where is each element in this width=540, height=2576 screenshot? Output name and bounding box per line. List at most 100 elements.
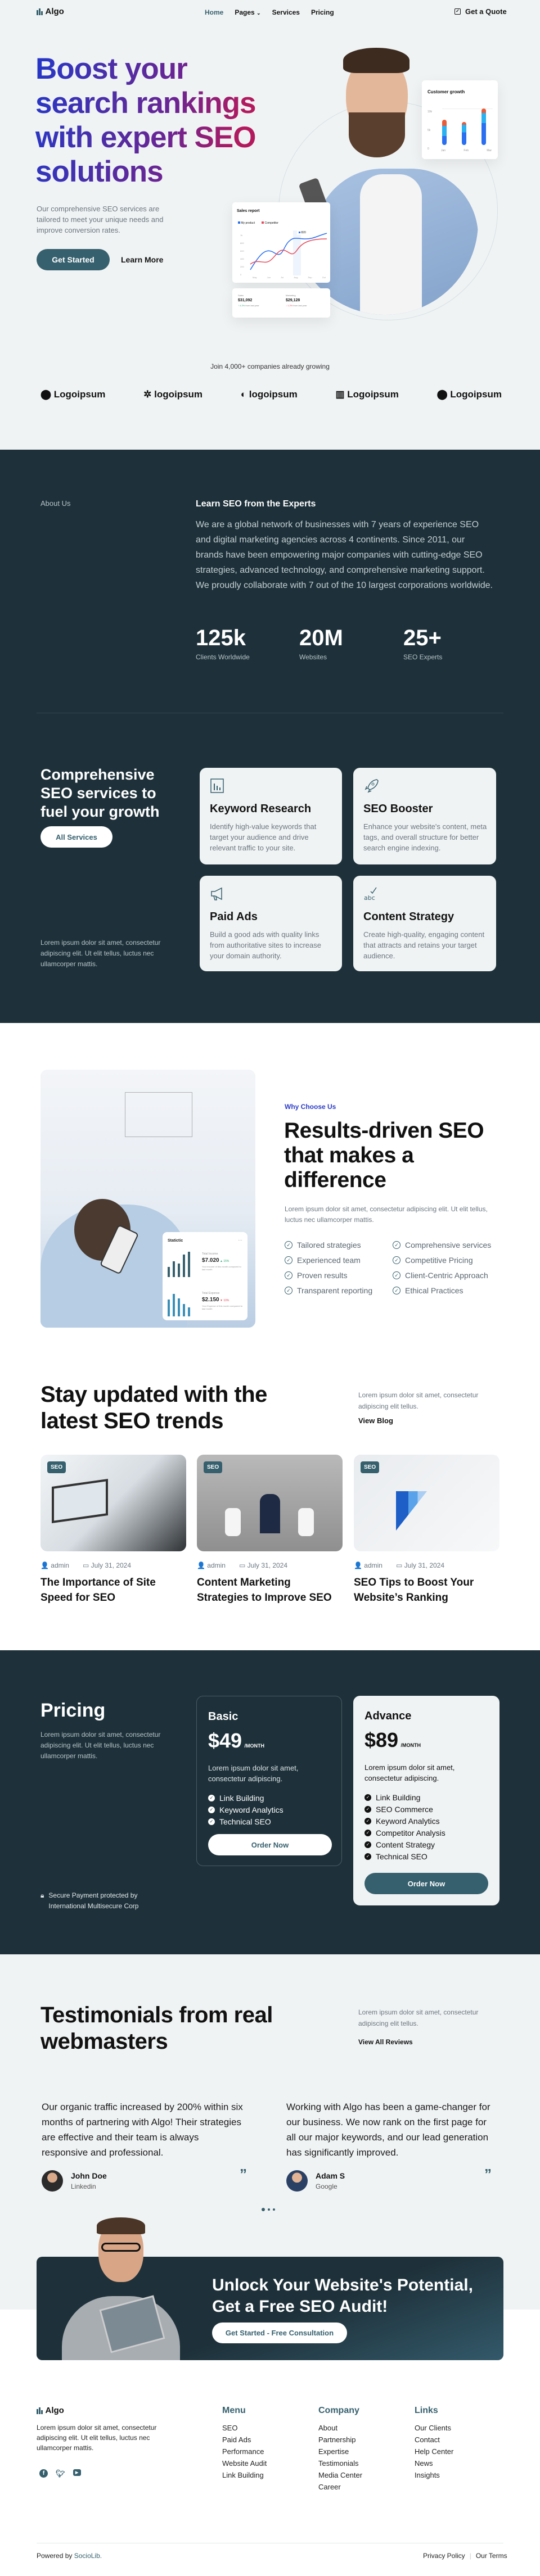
service-title: Content Strategy xyxy=(363,911,454,923)
author-name: admin xyxy=(51,1561,69,1569)
nav-pages[interactable]: Pages ⌄ xyxy=(235,8,260,16)
check-badge-icon: ✓ xyxy=(208,1818,215,1825)
plan-feature: ✓ SEO Commerce xyxy=(364,1803,446,1815)
free-consultation-button[interactable]: Get Started - Free Consultation xyxy=(212,2323,347,2343)
client-logo: ▥ Logoipsum xyxy=(335,389,398,400)
category-tag[interactable]: SEO xyxy=(361,1461,380,1473)
footer-link[interactable]: Media Center xyxy=(318,2471,362,2479)
plan-card-advance: Advance $89 /MONTH Lorem ipsum dolor sit… xyxy=(353,1696,500,1905)
youtube-icon[interactable]: ▶ xyxy=(73,2469,81,2476)
post-title[interactable]: Content Marketing Strategies to Improve … xyxy=(197,1575,343,1605)
check-circle-icon: ✓ xyxy=(285,1287,292,1294)
service-card-paid-ads[interactable]: Paid Ads Build a good ads with quality l… xyxy=(200,876,342,971)
x-tick: Mar xyxy=(487,149,492,152)
card-title: Customer growth xyxy=(428,89,465,94)
footer-link[interactable]: Expertise xyxy=(318,2447,349,2456)
post-author: 👤 admin xyxy=(197,1561,226,1569)
twitter-icon[interactable]: 🐦︎ xyxy=(56,2469,65,2478)
logo[interactable]: Algo xyxy=(37,7,64,16)
view-blog-link[interactable]: View Blog xyxy=(358,1416,393,1425)
footer-link[interactable]: About xyxy=(318,2424,338,2432)
more-icon[interactable]: ··· xyxy=(238,1238,242,1243)
y-tick: 0 xyxy=(428,147,429,151)
powered-brand-link[interactable]: SocioLib. xyxy=(74,2552,102,2560)
service-title: Keyword Research xyxy=(210,803,312,815)
post-title[interactable]: The Importance of Site Speed for SEO xyxy=(40,1575,186,1605)
nav-home[interactable]: Home xyxy=(205,8,223,16)
check-badge-icon: ✓ xyxy=(364,1853,371,1860)
plan-period: /MONTH xyxy=(400,1742,421,1748)
footer-body: Lorem ipsum dolor sit amet, consectetur … xyxy=(37,2424,157,2452)
client-logo: ◐ logoipsum xyxy=(241,389,298,400)
footer-link[interactable]: News xyxy=(415,2459,433,2468)
check-circle-icon: ✓ xyxy=(393,1256,400,1264)
feature-item: ✓ Tailored strategies xyxy=(285,1241,361,1249)
footer-link[interactable]: Help Center xyxy=(415,2447,453,2456)
category-tag[interactable]: SEO xyxy=(47,1461,66,1473)
footer-link[interactable]: Our Clients xyxy=(415,2424,451,2432)
legend-label: Competitor xyxy=(264,221,278,225)
get-quote-label: Get a Quote xyxy=(465,7,507,16)
nav-pricing[interactable]: Pricing xyxy=(311,8,334,16)
service-card-keyword-research[interactable]: Keyword Research Identify high-value key… xyxy=(200,768,342,864)
footer-logo[interactable]: Algo xyxy=(37,2406,64,2415)
post-title[interactable]: SEO Tips to Boost Your Website’s Ranking xyxy=(354,1575,500,1605)
privacy-policy-link[interactable]: Privacy Policy xyxy=(423,2552,465,2560)
legend-item: Competitor xyxy=(262,221,278,225)
carousel-dot[interactable] xyxy=(268,2208,270,2211)
client-logo: ⬤ Logoipsum xyxy=(437,389,502,400)
footer-link[interactable]: SEO xyxy=(222,2424,237,2432)
why-body: Lorem ipsum dolor sit amet, consectetur … xyxy=(285,1205,488,1224)
facebook-icon[interactable]: f xyxy=(39,2469,48,2478)
nav-pages-label: Pages xyxy=(235,8,255,16)
get-quote-link[interactable]: ✓ Get a Quote xyxy=(454,7,507,16)
kpi-change-up: ↑ 4.2% xyxy=(238,304,245,307)
income-bars xyxy=(168,1252,190,1277)
plan-name: Advance xyxy=(364,1710,412,1722)
service-card-seo-booster[interactable]: SEO Booster Enhance your website's conte… xyxy=(353,768,496,864)
feature-label: Ethical Practices xyxy=(405,1286,464,1295)
get-started-button[interactable]: Get Started xyxy=(37,249,110,270)
service-card-content-strategy[interactable]: abc Content Strategy Create high-quality… xyxy=(353,876,496,971)
all-services-button[interactable]: All Services xyxy=(40,826,112,848)
kpi-note: from last year xyxy=(293,304,307,307)
feature-label: Competitor Analysis xyxy=(376,1828,446,1837)
footer-link[interactable]: Partnership xyxy=(318,2435,356,2444)
footer-link[interactable]: Testimonials xyxy=(318,2459,359,2468)
expense-note: Your Expense of this month compared to l… xyxy=(202,1305,243,1310)
feature-label: Technical SEO xyxy=(219,1817,271,1826)
chart-tooltip: 820 xyxy=(297,230,308,235)
logo-bars-icon xyxy=(37,2407,43,2414)
footer-link[interactable]: Paid Ads xyxy=(222,2435,251,2444)
view-all-reviews-link[interactable]: View All Reviews xyxy=(358,2038,413,2046)
megaphone-icon xyxy=(211,887,222,900)
footer-link[interactable]: Contact xyxy=(415,2435,440,2444)
powered-prefix: Powered by xyxy=(37,2552,73,2560)
expense-bars xyxy=(168,1291,190,1316)
category-tag[interactable]: SEO xyxy=(204,1461,223,1473)
post-author: 👤 admin xyxy=(40,1561,69,1569)
footer-link[interactable]: Link Building xyxy=(222,2471,264,2479)
legend-item: My product xyxy=(238,221,255,225)
income-value: $7.020 xyxy=(202,1257,219,1264)
carousel-dot[interactable] xyxy=(273,2208,275,2211)
footer-link[interactable]: Career xyxy=(318,2483,341,2491)
terms-link[interactable]: Our Terms xyxy=(476,2552,507,2560)
about-title: Learn SEO from the Experts xyxy=(196,499,316,509)
logo-mark-icon: ✲ xyxy=(143,389,152,400)
learn-more-link[interactable]: Learn More xyxy=(121,255,163,264)
footer-link[interactable]: Insights xyxy=(415,2471,440,2479)
avatar xyxy=(42,2170,63,2192)
footer-link[interactable]: Performance xyxy=(222,2447,264,2456)
headline-line: solutions xyxy=(35,155,163,188)
order-now-button[interactable]: Order Now xyxy=(364,1873,488,1894)
card-title: Sales report xyxy=(237,209,260,213)
card-title: Statictic xyxy=(168,1239,183,1243)
testimonial-quote: Working with Algo has been a game-change… xyxy=(286,2102,490,2158)
carousel-dot-active[interactable] xyxy=(262,2208,265,2211)
feature-item: ✓ Comprehensive services xyxy=(393,1241,491,1249)
order-now-button[interactable]: Order Now xyxy=(208,1834,332,1855)
footer-column-title: Company xyxy=(318,2406,359,2415)
nav-services[interactable]: Services xyxy=(272,8,300,16)
footer-link[interactable]: Website Audit xyxy=(222,2459,267,2468)
